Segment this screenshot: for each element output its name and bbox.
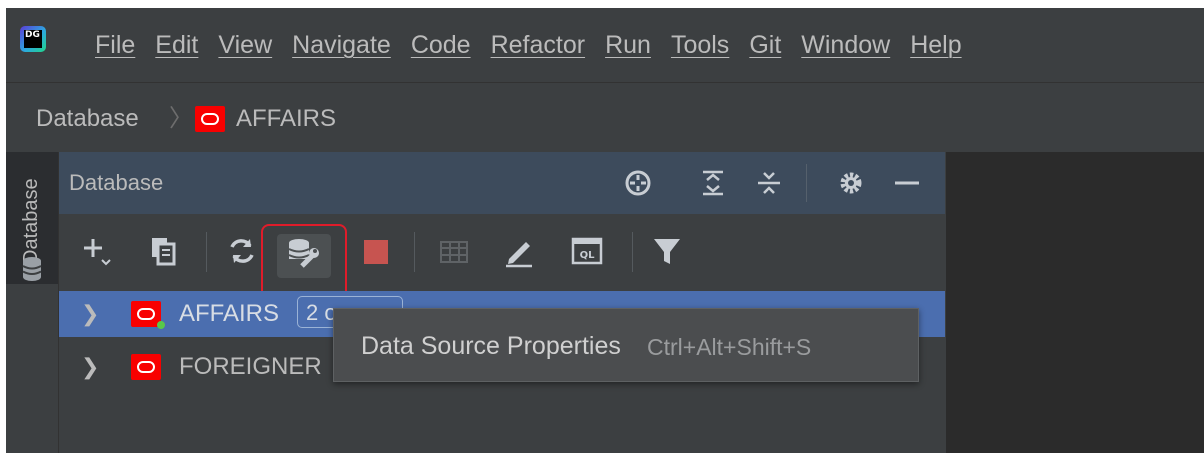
collapse-all-icon[interactable] [754,168,784,198]
crosshair-icon[interactable] [623,168,653,198]
tooltip-text: Data Source Properties [361,332,621,360]
menu-file[interactable]: File [95,28,135,62]
menu-bar: DG File Edit View Navigate Code Refactor… [6,8,1204,82]
svg-text:QL: QL [580,250,596,261]
menu-git[interactable]: Git [749,28,781,62]
tool-window-toolbar: QL [59,214,945,300]
expand-chevron-icon[interactable]: ❯ [81,301,99,327]
tree-label-foreigner: FOREIGNER [179,353,322,380]
menu-code[interactable]: Code [411,28,471,62]
app-logo-text: DG [24,30,42,48]
query-console-icon[interactable]: QL [570,234,604,268]
oracle-icon [195,106,225,132]
menu-view[interactable]: View [218,28,272,62]
datagrip-window: DG File Edit View Navigate Code Refactor… [6,8,1204,453]
menu-refactor[interactable]: Refactor [491,28,585,62]
navigation-bar: Database 〉 AFFAIRS [6,82,1204,153]
toolbar-separator [414,232,415,272]
connected-status-icon [157,321,165,329]
database-tool-window: Database QL ❯ AFFAIRS 2 o ❯ FOREIGNER [59,152,945,453]
database-icon [22,257,42,281]
tooltip: Data Source Properties Ctrl+Alt+Shift+S [333,308,919,382]
menu-window[interactable]: Window [801,28,890,62]
breadcrumb-database[interactable]: Database [36,103,139,135]
toolbar-separator [632,232,633,272]
toolbar-separator [206,232,207,272]
add-icon[interactable] [81,234,115,268]
editor-area [946,152,1204,453]
edit-icon[interactable] [502,234,536,268]
menu-items: File Edit View Navigate Code Refactor Ru… [95,28,962,62]
refresh-icon[interactable] [225,234,259,268]
menu-tools[interactable]: Tools [671,28,729,62]
menu-edit[interactable]: Edit [155,28,198,62]
menu-help[interactable]: Help [910,28,961,62]
database-tab-label: Database [20,178,42,264]
copy-icon[interactable] [147,234,181,268]
breadcrumb-separator-icon: 〉 [169,105,193,132]
tool-window-header: Database [59,152,945,214]
stop-icon[interactable] [359,234,393,268]
menu-run[interactable]: Run [605,28,651,62]
tooltip-shortcut: Ctrl+Alt+Shift+S [647,334,812,360]
breadcrumb-affairs[interactable]: AFFAIRS [236,103,336,135]
datagrip-logo-icon: DG [20,26,46,52]
oracle-icon [131,354,161,380]
expand-chevron-icon[interactable]: ❯ [81,354,99,380]
gear-icon[interactable] [836,168,866,198]
tree-label-affairs: AFFAIRS [179,300,280,327]
table-icon[interactable] [437,234,471,268]
expand-all-icon[interactable] [698,168,728,198]
header-separator [806,164,807,202]
tool-window-title: Database [69,170,164,195]
side-tool-stripe: Database [6,152,59,453]
menu-navigate[interactable]: Navigate [292,28,391,62]
minimize-icon[interactable] [892,168,922,198]
highlight-box [261,224,347,300]
filter-icon[interactable] [650,234,684,268]
